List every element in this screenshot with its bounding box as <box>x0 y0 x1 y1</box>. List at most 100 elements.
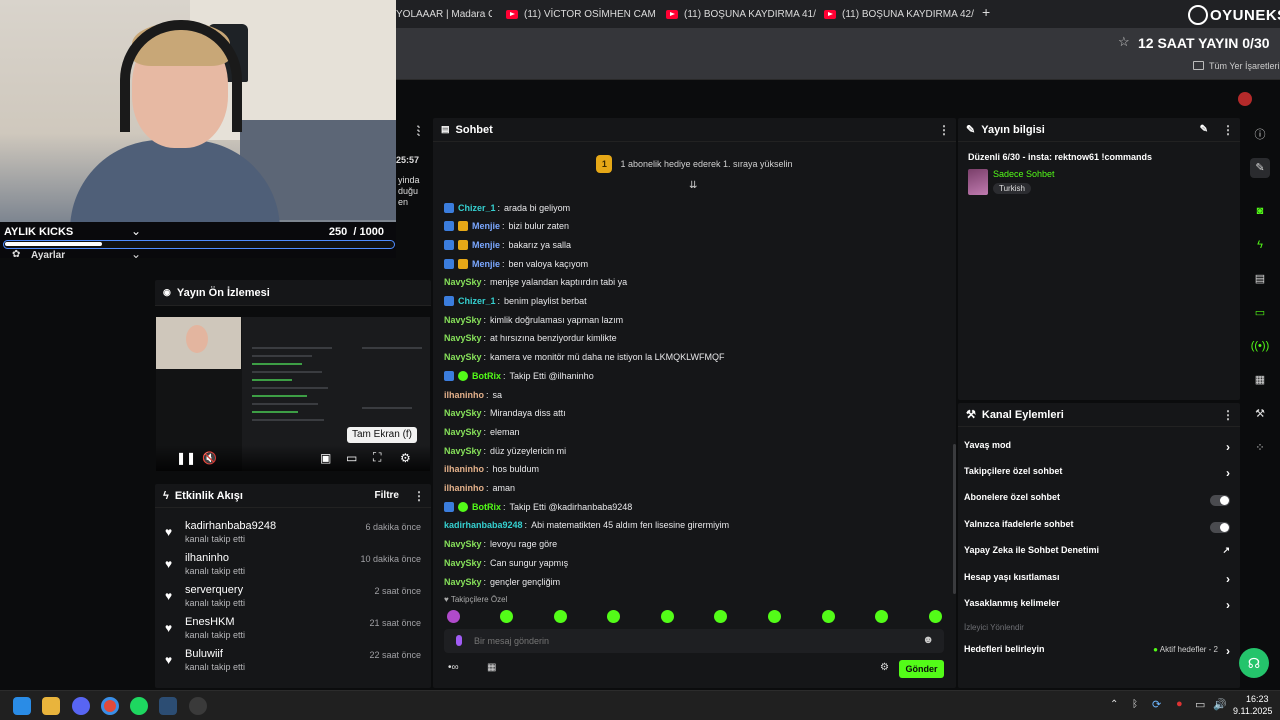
chat-username[interactable]: NavySky <box>444 539 482 549</box>
chat-username[interactable]: NavySky <box>444 352 482 362</box>
channel-action-row[interactable]: Yasaklanmış kelimeler › <box>964 598 1234 616</box>
users-icon[interactable]: ⁘ <box>1250 438 1270 458</box>
avatar[interactable] <box>1238 92 1252 106</box>
volume-icon[interactable]: 🔊 <box>1213 698 1227 711</box>
pin-icon[interactable]: ⇊ <box>689 180 697 191</box>
emote-icon[interactable] <box>447 610 460 623</box>
file-explorer-icon[interactable] <box>42 697 60 715</box>
edit-icon[interactable]: ✎ <box>1200 124 1208 135</box>
obs-icon[interactable] <box>189 697 207 715</box>
chevron-down-icon[interactable]: ⌄ <box>131 224 141 238</box>
monitor-icon[interactable]: ▭ <box>1195 698 1205 711</box>
pause-icon[interactable]: ❚❚ <box>176 451 196 465</box>
new-tab-button[interactable]: + <box>982 4 990 20</box>
filter-button[interactable]: Filtre <box>375 490 399 501</box>
all-bookmarks-link[interactable]: Tüm Yer İşaretleri <box>1209 61 1280 71</box>
chat-username[interactable]: Chizer_1 <box>458 203 496 213</box>
mute-icon[interactable]: 🔇 <box>202 451 217 465</box>
help-button[interactable]: ☊ <box>1239 648 1269 678</box>
chat-username[interactable]: Menjie <box>472 240 500 250</box>
channel-action-row[interactable]: Abonelere özel sohbet <box>964 492 1234 510</box>
windows-start-icon[interactable] <box>13 697 31 715</box>
chat-input[interactable] <box>474 632 914 650</box>
browser-tab[interactable]: YOLAAAR | Madara O ✕ <box>396 4 492 24</box>
feed-user[interactable]: EnesHKM <box>185 616 235 628</box>
emote-icon[interactable] <box>500 610 513 623</box>
edit-icon[interactable]: ✎ <box>1250 158 1270 178</box>
emote-icon[interactable] <box>929 610 942 623</box>
bluetooth-icon[interactable]: ᛒ <box>1132 699 1138 710</box>
info-icon[interactable]: ⓘ <box>1250 125 1270 145</box>
browser-tab[interactable]: (11) VİCTOR OSİMHEN CAMİ | ✕ <box>506 4 656 24</box>
chrome-icon[interactable] <box>101 697 119 715</box>
chat-username[interactable]: BotRix <box>472 502 501 512</box>
chat-username[interactable]: NavySky <box>444 446 482 456</box>
fullscreen-icon[interactable]: ⛶ <box>373 450 381 465</box>
chevron-down-icon[interactable]: ⌄ <box>131 247 141 261</box>
emote-icon[interactable] <box>714 610 727 623</box>
gift-sub-banner[interactable]: 1 1 abonelik hediye ederek 1. sıraya yük… <box>433 144 956 184</box>
feed-user[interactable]: kadirhanbaba9248 <box>185 520 276 532</box>
star-icon[interactable]: ☆ <box>1118 34 1130 50</box>
kebab-icon[interactable]: ⋮ <box>1222 408 1234 422</box>
toggle-switch[interactable] <box>1210 522 1230 533</box>
browser-tab[interactable]: (11) BOŞUNA KAYDIRMA 42/# ✕ <box>824 4 974 24</box>
toggle-switch[interactable] <box>1210 495 1230 506</box>
category-thumbnail[interactable] <box>968 169 988 195</box>
preview-video[interactable]: ❚❚ 🔇 ▣ ▭ ⛶ ⚙ <box>156 317 430 471</box>
browser-tab[interactable]: (11) BOŞUNA KAYDIRMA 41/# ✕ <box>666 4 816 24</box>
chat-input-box[interactable]: ☻ <box>444 629 944 653</box>
settings-row[interactable]: ✿ Ayarlar ⌄ <box>0 247 155 265</box>
theater-icon[interactable]: ▭ <box>346 451 357 465</box>
channel-action-row[interactable]: Hesap yaşı kısıtlaması › <box>964 572 1234 590</box>
gear-icon[interactable]: ⚙ <box>880 662 889 673</box>
document-icon[interactable]: ▤ <box>1250 269 1270 289</box>
kebab-icon[interactable]: ⋮ <box>938 123 950 137</box>
chat-username[interactable]: NavySky <box>444 315 482 325</box>
emote-icon[interactable] <box>607 610 620 623</box>
category-link[interactable]: Sadece Sohbet <box>993 169 1055 179</box>
kebab-icon[interactable]: ⋮ <box>412 124 424 136</box>
chat-username[interactable]: ilhaninho <box>444 483 484 493</box>
emote-icon[interactable] <box>822 610 835 623</box>
alert-icon[interactable]: ● <box>1176 698 1183 710</box>
chat-username[interactable]: NavySky <box>444 558 482 568</box>
clock-date[interactable]: 9.11.2025 <box>1233 706 1272 716</box>
microphone-icon[interactable] <box>456 635 462 646</box>
channel-action-row[interactable]: Yapay Zeka ile Sohbet Denetimi ↗ <box>964 545 1234 563</box>
chat-username[interactable]: ilhaninho <box>444 390 484 400</box>
chat-username[interactable]: kadirhanbaba9248 <box>444 520 523 530</box>
steam-icon[interactable] <box>159 697 177 715</box>
feed-user[interactable]: ilhaninho <box>185 552 229 564</box>
chat-username[interactable]: NavySky <box>444 333 482 343</box>
discord-icon[interactable] <box>72 697 90 715</box>
kebab-icon[interactable]: ⋮ <box>1222 123 1234 137</box>
channel-action-row[interactable]: Yavaş mod › <box>964 440 1234 458</box>
send-button[interactable]: Gönder <box>899 660 944 678</box>
wrench-icon[interactable]: ⚒ <box>1250 404 1270 424</box>
channel-action-row[interactable]: Yalnızca ifadelerle sohbet <box>964 519 1234 537</box>
chat-username[interactable]: NavySky <box>444 277 482 287</box>
feed-user[interactable]: Buluwiif <box>185 648 223 660</box>
chat-username[interactable]: NavySky <box>444 577 482 587</box>
spotify-icon[interactable] <box>130 697 148 715</box>
emote-icon[interactable] <box>554 610 567 623</box>
gear-icon[interactable]: ⚙ <box>400 451 411 465</box>
broadcast-icon[interactable]: ((•)) <box>1250 336 1270 356</box>
emote-icon[interactable] <box>661 610 674 623</box>
kick-points-icon[interactable]: •∞ <box>448 662 459 673</box>
chat-username[interactable]: Chizer_1 <box>458 296 496 306</box>
clock-time[interactable]: 16:23 <box>1246 694 1269 704</box>
emoji-icon[interactable]: ☻ <box>922 634 934 646</box>
chat-username[interactable]: Menjie <box>472 221 500 231</box>
kebab-icon[interactable]: ⋮ <box>413 489 425 503</box>
channel-action-row[interactable]: Takipçilere özel sohbet › <box>964 466 1234 484</box>
emote-icon[interactable] <box>768 610 781 623</box>
store-icon[interactable]: ▦ <box>487 662 496 673</box>
chat-username[interactable]: BotRix <box>472 371 501 381</box>
chat-username[interactable]: NavySky <box>444 427 482 437</box>
chat-username[interactable]: NavySky <box>444 408 482 418</box>
camera-icon[interactable]: ◙ <box>1250 201 1270 221</box>
chat-scrollbar[interactable] <box>953 444 956 594</box>
layout-icon[interactable]: ▦ <box>1250 370 1270 390</box>
